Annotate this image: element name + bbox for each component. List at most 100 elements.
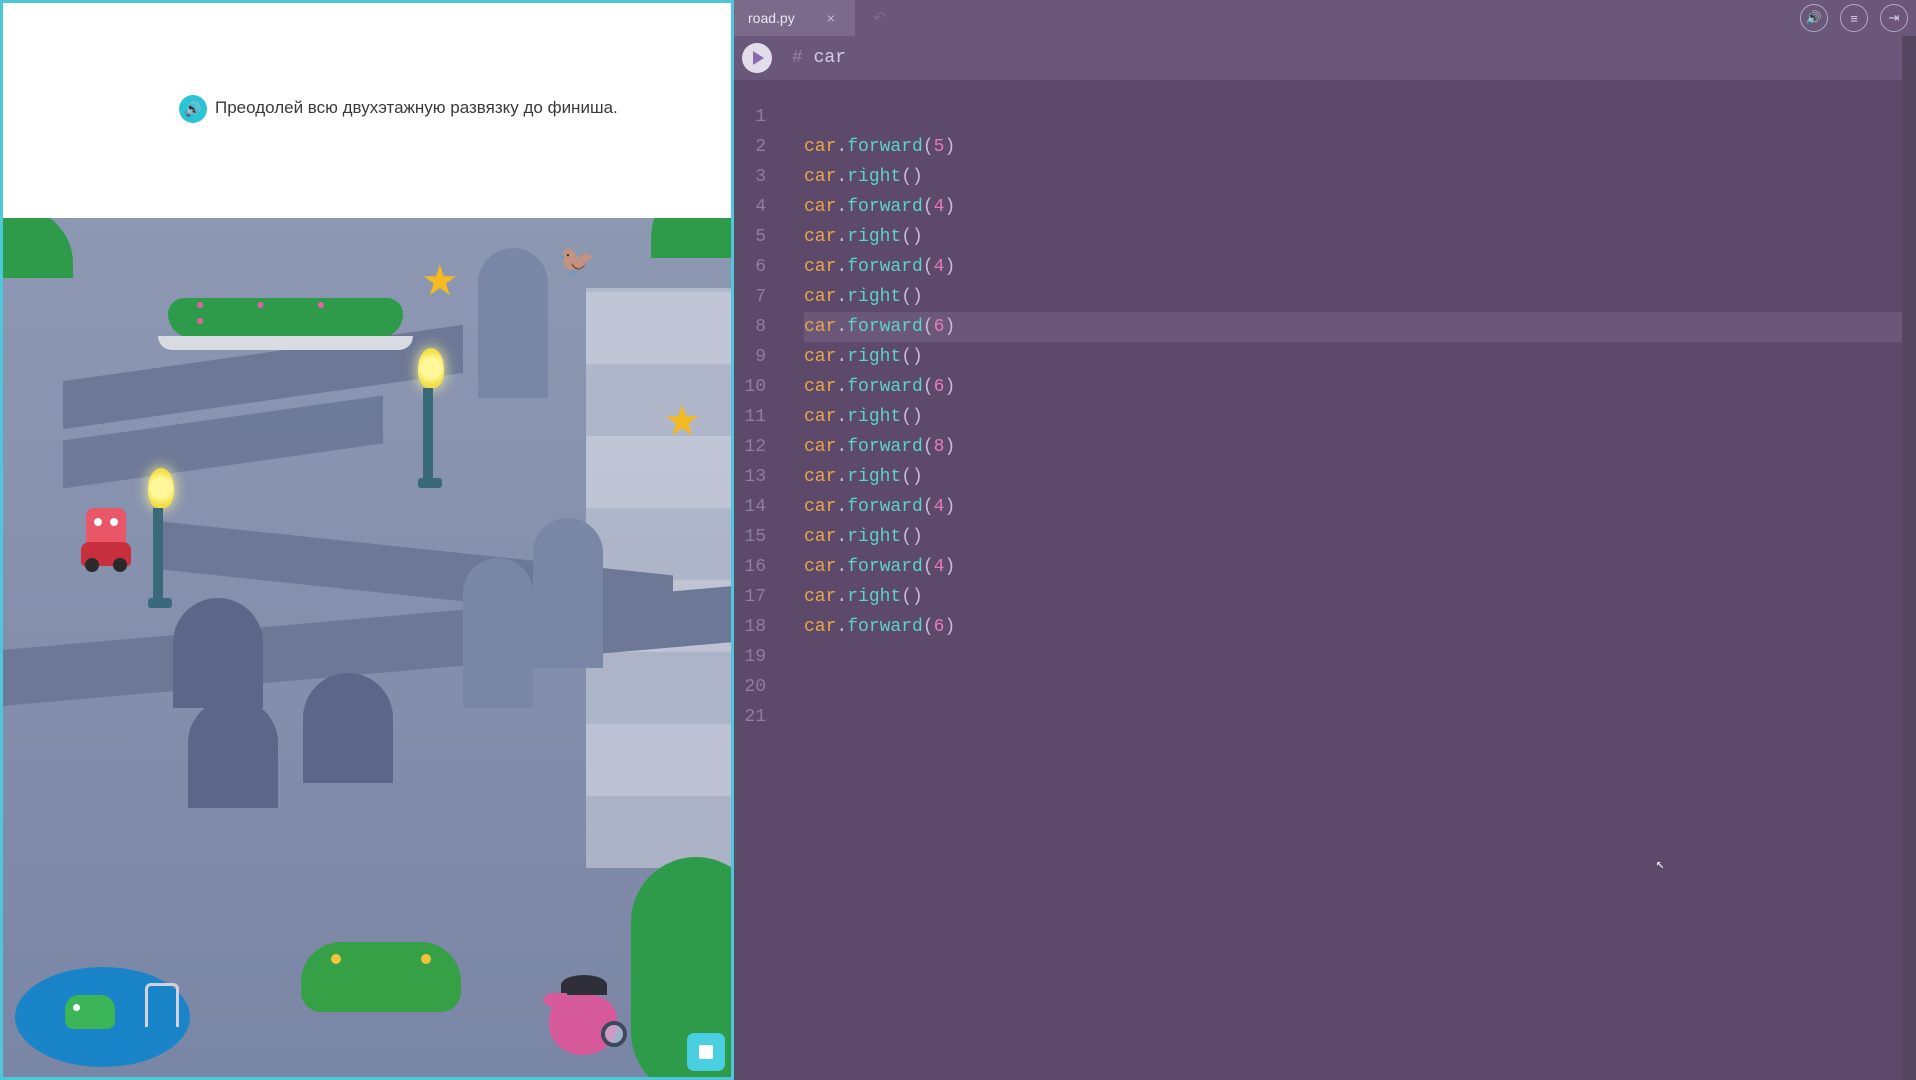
- line-number: 21: [734, 702, 766, 732]
- arch: [188, 698, 278, 808]
- title-comment: # car: [792, 48, 846, 68]
- code-line[interactable]: car.forward(6): [804, 612, 1916, 642]
- file-tab[interactable]: road.py ×: [734, 0, 855, 36]
- code-line[interactable]: car.right(): [804, 282, 1916, 312]
- line-number: 10: [734, 372, 766, 402]
- code-line[interactable]: [804, 102, 1916, 132]
- undo-icon: ↶: [873, 8, 886, 28]
- line-number: 14: [734, 492, 766, 522]
- code-body[interactable]: ↖ car.forward(5)car.right()car.forward(4…: [774, 80, 1916, 1080]
- code-line[interactable]: car.right(): [804, 162, 1916, 192]
- bush-icon: [3, 218, 73, 278]
- detective-character: [541, 967, 631, 1067]
- menu-button[interactable]: ≡: [1840, 4, 1868, 32]
- code-line[interactable]: car.forward(8): [804, 432, 1916, 462]
- code-area[interactable]: 123456789101112131415161718192021 ↖ car.…: [734, 80, 1916, 1080]
- line-number: 20: [734, 672, 766, 702]
- code-line[interactable]: car.right(): [804, 462, 1916, 492]
- magnifying-glass-icon: [601, 1021, 627, 1047]
- stop-icon: [699, 1045, 713, 1059]
- monster-icon: [86, 508, 126, 544]
- code-line[interactable]: car.right(): [804, 402, 1916, 432]
- code-line[interactable]: car.forward(5): [804, 132, 1916, 162]
- code-line[interactable]: [804, 672, 1916, 702]
- comment-text: car: [814, 48, 846, 68]
- streetlight-icon: [418, 348, 438, 488]
- sound-icon: 🔊: [184, 101, 201, 118]
- pillar: [463, 558, 533, 708]
- instruction-audio-button[interactable]: 🔊: [179, 95, 207, 123]
- line-number: 15: [734, 522, 766, 552]
- code-line[interactable]: car.right(): [804, 522, 1916, 552]
- editor-panel: road.py × ↶ 🔊 ≡ ⇥ # car 1234567891011121…: [734, 0, 1916, 1080]
- line-number: 3: [734, 162, 766, 192]
- code-line[interactable]: car.right(): [804, 222, 1916, 252]
- hedge-base: [158, 336, 413, 350]
- crocodile-icon: [65, 995, 115, 1029]
- code-line[interactable]: [804, 702, 1916, 732]
- game-panel: 🔊 Преодолей всю двухэтажную развязку до …: [0, 0, 734, 1080]
- flower-hedge: [168, 298, 403, 338]
- pigeon-icon: 🐦: [558, 244, 595, 279]
- pillar: [533, 518, 603, 668]
- line-number: 9: [734, 342, 766, 372]
- code-line[interactable]: car.forward(4): [804, 192, 1916, 222]
- line-number: 12: [734, 432, 766, 462]
- code-line[interactable]: car.right(): [804, 342, 1916, 372]
- run-bar: # car: [734, 36, 1916, 80]
- tab-filename: road.py: [748, 10, 795, 26]
- code-line[interactable]: [804, 642, 1916, 672]
- code-line[interactable]: car.forward(6): [804, 312, 1916, 342]
- line-number: 7: [734, 282, 766, 312]
- editor-header: road.py × ↶ 🔊 ≡ ⇥: [734, 0, 1916, 36]
- bush-icon: [651, 218, 731, 258]
- tab-close-button[interactable]: ×: [823, 10, 839, 26]
- list-icon: ≡: [1850, 11, 1858, 26]
- line-number: 13: [734, 462, 766, 492]
- code-line[interactable]: car.forward(6): [804, 372, 1916, 402]
- line-number: 18: [734, 612, 766, 642]
- line-number: 1: [734, 102, 766, 132]
- line-number: 16: [734, 552, 766, 582]
- line-number: 5: [734, 222, 766, 252]
- car-icon: [81, 542, 131, 566]
- scrollbar[interactable]: [1902, 36, 1916, 1080]
- star-icon: ★: [663, 396, 701, 445]
- sound-icon: 🔊: [1806, 10, 1822, 26]
- pool: [15, 967, 190, 1067]
- mouse-cursor-icon: ↖: [1656, 850, 1664, 880]
- stop-button[interactable]: [687, 1033, 725, 1071]
- ladder-icon: [145, 983, 179, 1027]
- player-car: [81, 508, 131, 566]
- code-line[interactable]: car.right(): [804, 582, 1916, 612]
- line-number: 6: [734, 252, 766, 282]
- streetlight-icon: [148, 468, 168, 608]
- line-number: 11: [734, 402, 766, 432]
- app-root: 🔊 Преодолей всю двухэтажную развязку до …: [0, 0, 1916, 1080]
- line-gutter: 123456789101112131415161718192021: [734, 80, 774, 1080]
- comment-hash: #: [792, 48, 803, 68]
- line-number: 2: [734, 132, 766, 162]
- play-icon: [753, 51, 764, 65]
- arch: [173, 598, 263, 708]
- arch: [303, 673, 393, 783]
- instruction-text: Преодолей всю двухэтажную развязку до фи…: [215, 98, 618, 118]
- code-line[interactable]: car.forward(4): [804, 552, 1916, 582]
- sound-toggle-button[interactable]: 🔊: [1800, 4, 1828, 32]
- collapse-button[interactable]: ⇥: [1880, 4, 1908, 32]
- collapse-icon: ⇥: [1889, 10, 1900, 26]
- header-actions: 🔊 ≡ ⇥: [1800, 0, 1908, 36]
- instruction-bar: 🔊 Преодолей всю двухэтажную развязку до …: [3, 3, 731, 218]
- run-button[interactable]: [742, 43, 772, 73]
- hat-icon: [561, 975, 607, 995]
- line-number: 17: [734, 582, 766, 612]
- star-icon: ★: [421, 256, 459, 305]
- line-number: 19: [734, 642, 766, 672]
- pillar: [478, 248, 548, 398]
- bush-icon: [301, 942, 461, 1012]
- code-line[interactable]: car.forward(4): [804, 492, 1916, 522]
- code-line[interactable]: car.forward(4): [804, 252, 1916, 282]
- game-area[interactable]: ★ ★ 🐦: [3, 218, 731, 1077]
- line-number: 4: [734, 192, 766, 222]
- line-number: 8: [734, 312, 766, 342]
